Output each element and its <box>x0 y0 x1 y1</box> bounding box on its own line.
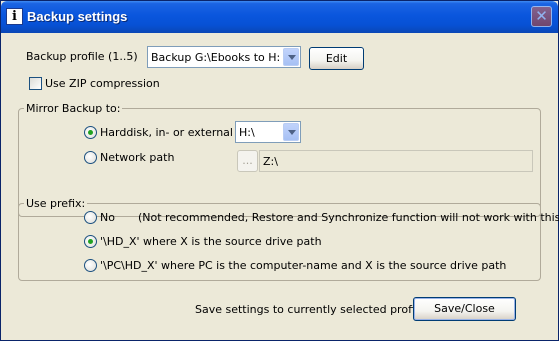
prefix-hd-radio[interactable] <box>84 235 97 248</box>
mirror-backup-legend: Mirror Backup to: <box>24 102 123 115</box>
prefix-pc-hd-label: '\PC\HD_X' where PC is the computer-name… <box>100 259 507 272</box>
prefix-pc-hd-radio[interactable] <box>84 259 97 272</box>
zip-compression-label: Use ZIP compression <box>45 77 160 90</box>
network-path-label: Network path <box>100 151 175 164</box>
network-path-field[interactable]: Z:\ <box>259 150 533 172</box>
prefix-legend: Use prefix: <box>24 197 88 210</box>
close-button[interactable]: ✕ <box>531 6 552 27</box>
dialog-content: Backup profile (1..5) Backup G:\Ebooks t… <box>4 33 559 339</box>
harddisk-radio[interactable] <box>84 126 97 139</box>
backup-profile-label: Backup profile (1..5) <box>26 50 138 63</box>
drive-value: H:\ <box>239 126 255 139</box>
network-path-radio[interactable] <box>84 151 97 164</box>
drive-select[interactable]: H:\ <box>235 121 301 143</box>
backup-settings-window: i Backup settings ✕ Backup profile (1..5… <box>0 0 559 341</box>
edit-button[interactable]: Edit <box>309 47 364 70</box>
save-close-button[interactable]: Save/Close <box>413 297 516 321</box>
browse-button[interactable]: ... <box>237 150 258 172</box>
prefix-no-note: (Not recommended, Restore and Synchroniz… <box>138 211 559 224</box>
network-path-value: Z:\ <box>263 155 278 168</box>
prefix-no-radio[interactable] <box>84 211 97 224</box>
save-hint-label: Save settings to currently selected prof… <box>195 303 425 316</box>
window-title: Backup settings <box>27 9 128 24</box>
chevron-down-icon[interactable] <box>283 123 299 141</box>
backup-profile-value: Backup G:\Ebooks to H: <box>151 51 281 64</box>
prefix-hd-label: '\HD_X' where X is the source drive path <box>100 235 322 248</box>
info-icon: i <box>6 8 23 25</box>
prefix-no-label: No <box>100 211 115 224</box>
title-bar[interactable]: i Backup settings ✕ <box>1 1 558 33</box>
zip-compression-checkbox[interactable] <box>29 77 42 90</box>
chevron-down-icon[interactable] <box>283 48 299 66</box>
harddisk-label: Harddisk, in- or external <box>100 126 233 139</box>
backup-profile-select[interactable]: Backup G:\Ebooks to H: <box>147 46 301 68</box>
